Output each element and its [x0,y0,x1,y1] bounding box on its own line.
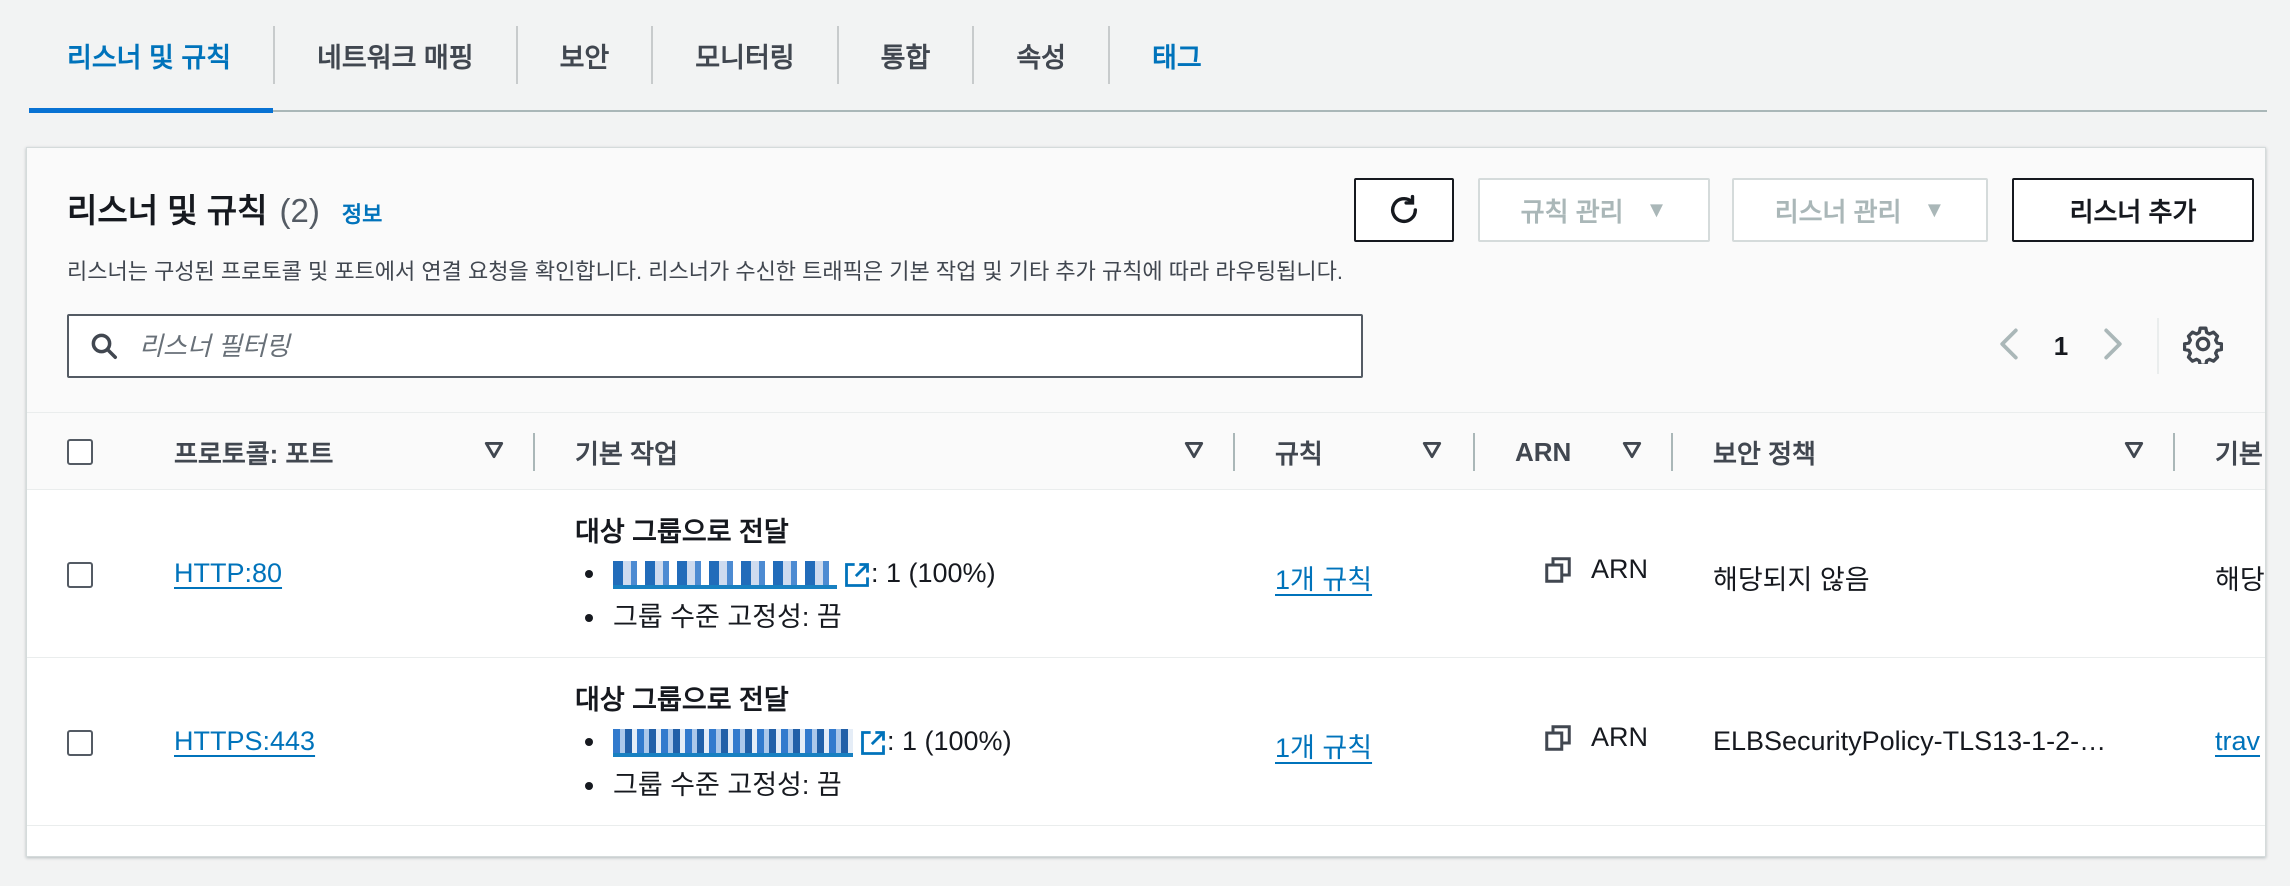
settings-gear-icon[interactable] [2182,324,2224,369]
listener-count: (2) [279,192,320,229]
rules-link[interactable]: 1개 규칙 [1275,726,1372,765]
target-group-link[interactable] [613,728,887,757]
external-link-icon [861,730,885,755]
manage-listeners-button[interactable]: 리스너 관리 ▼ [1732,178,1988,242]
listeners-panel: 리스너 및 규칙 (2) 정보 리스너는 구성된 프로토콜 및 포트에서 연결 … [26,147,2266,857]
manage-rules-label: 규칙 관리 [1520,196,1624,227]
action-title: 대상 그룹으로 전달 [575,685,789,715]
add-listener-label: 리스너 추가 [2069,196,2197,227]
column-divider[interactable] [1233,433,1235,471]
column-header-default-cert[interactable]: 기본 [2215,413,2263,491]
redacted-target-group-name [613,728,853,757]
action-title: 대상 그룹으로 전달 [575,517,789,547]
sort-icon[interactable] [483,439,505,461]
column-divider[interactable] [2173,433,2175,471]
caret-down-icon: ▼ [1923,197,1946,222]
protocol-port-link[interactable]: HTTP:80 [174,558,282,589]
arn-label: ARN [1591,722,1649,752]
tab-integrations[interactable]: 통합 [839,0,973,111]
target-group-link[interactable] [613,560,871,589]
column-header-rules[interactable]: 규칙 [1275,413,1323,491]
listener-filter-input[interactable] [139,330,1361,362]
default-action-cell: 대상 그룹으로 전달 : 1 (100%) 그룹 수준 고정성: 끔 [575,678,1012,807]
panel-title-row: 리스너 및 규칙 (2) 정보 [67,184,382,232]
action-list: : 1 (100%) 그룹 수준 고정성: 끔 [575,551,996,639]
stickiness-item: 그룹 수준 고정성: 끔 [575,763,1012,807]
refresh-icon [1390,194,1418,223]
chevron-right-icon[interactable] [2101,327,2125,366]
security-policy-value: ELBSecurityPolicy-TLS13-1-2-… [1713,726,2107,756]
copy-icon [1545,724,1571,751]
tab-monitoring[interactable]: 모니터링 [653,0,836,111]
tab-bar: 리스너 및 규칙 네트워크 매핑 보안 모니터링 통합 속성 태그 [29,0,2267,113]
default-cert-link[interactable]: trav [2215,726,2260,757]
tab-network-mapping[interactable]: 네트워크 매핑 [275,0,516,111]
panel-header: 리스너 및 규칙 (2) 정보 리스너는 구성된 프로토콜 및 포트에서 연결 … [27,148,2265,412]
column-header-default-action[interactable]: 기본 작업 [575,413,678,491]
target-weight: : 1 (100%) [887,726,1012,756]
manage-listeners-label: 리스너 관리 [1774,196,1902,227]
sort-icon[interactable] [1421,439,1443,461]
manage-rules-button[interactable]: 규칙 관리 ▼ [1478,178,1710,242]
action-list: : 1 (100%) 그룹 수준 고정성: 끔 [575,719,1012,807]
select-all-checkbox[interactable] [67,439,93,465]
pagination: 1 [1997,322,2125,370]
protocol-port-link[interactable]: HTTPS:443 [174,726,315,757]
chevron-left-icon[interactable] [1997,327,2021,366]
refresh-button[interactable] [1354,178,1454,242]
caret-down-icon: ▼ [1645,197,1668,222]
sort-icon[interactable] [2123,439,2145,461]
arn-copy[interactable]: ARN [1543,722,1648,753]
tab-listeners-and-rules[interactable]: 리스너 및 규칙 [29,0,274,113]
row-checkbox[interactable] [67,730,93,756]
external-link-icon [845,562,869,587]
tab-tags[interactable]: 태그 [1110,0,1244,111]
table-header: 프로토콜: 포트 기본 작업 규칙 ARN 보안 정책 기본 [27,412,2265,490]
table-row: HTTPS:443 대상 그룹으로 전달 : 1 (100%) 그룹 수준 고정… [27,658,2265,826]
pager-divider [2157,318,2159,374]
arn-label: ARN [1591,554,1649,584]
table-row: HTTP:80 대상 그룹으로 전달 : 1 (100%) 그룹 수준 고정성:… [27,490,2265,658]
panel-description: 리스너는 구성된 프로토콜 및 포트에서 연결 요청을 확인합니다. 리스너가 … [67,259,1343,284]
column-header-arn[interactable]: ARN [1515,413,1571,491]
security-policy-value: 해당되지 않음 [1713,565,1870,595]
add-listener-button[interactable]: 리스너 추가 [2012,178,2254,242]
info-link[interactable]: 정보 [342,197,382,229]
page-number[interactable]: 1 [2021,331,2101,362]
sort-icon[interactable] [1621,439,1643,461]
stickiness-item: 그룹 수준 고정성: 끔 [575,595,996,639]
target-group-item: : 1 (100%) [575,719,1012,763]
copy-icon [1545,556,1571,583]
default-action-cell: 대상 그룹으로 전달 : 1 (100%) 그룹 수준 고정성: 끔 [575,510,996,639]
arn-copy[interactable]: ARN [1543,554,1648,585]
redacted-target-group-name [613,560,837,589]
column-header-security-policy[interactable]: 보안 정책 [1713,413,1816,491]
listener-filter [67,314,1363,378]
tab-attributes[interactable]: 속성 [974,0,1108,111]
row-checkbox[interactable] [67,562,93,588]
rules-link[interactable]: 1개 규칙 [1275,558,1372,597]
target-weight: : 1 (100%) [871,558,996,588]
panel-title: 리스너 및 규칙 [67,192,268,229]
sort-icon[interactable] [1183,439,1205,461]
tab-security[interactable]: 보안 [518,0,652,111]
search-icon [69,331,139,361]
column-divider[interactable] [1671,433,1673,471]
target-group-item: : 1 (100%) [575,551,996,595]
column-divider[interactable] [533,433,535,471]
column-header-protocol-port[interactable]: 프로토콜: 포트 [174,413,333,491]
default-cert-value: 해당되 [2215,565,2265,595]
column-divider[interactable] [1473,433,1475,471]
